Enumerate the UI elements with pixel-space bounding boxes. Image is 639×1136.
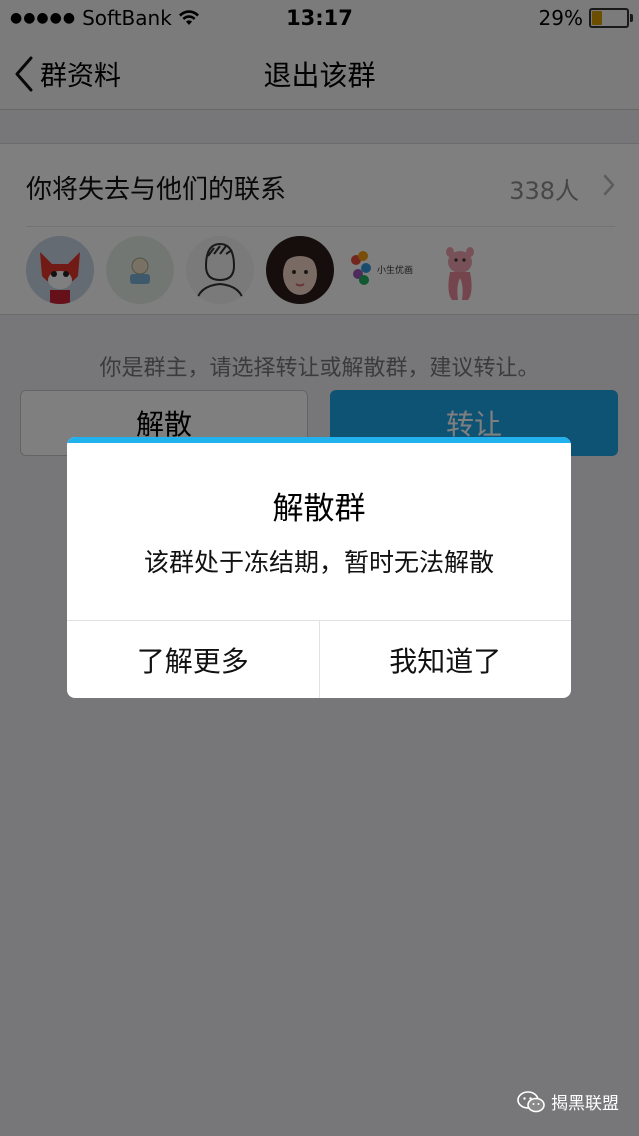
dialog-accent-bar <box>67 437 571 443</box>
watermark-text: 揭黑联盟 <box>551 1094 619 1114</box>
dialog-actions: 了解更多 我知道了 <box>67 620 571 698</box>
wechat-icon <box>517 1090 545 1112</box>
ok-button[interactable]: 我知道了 <box>318 621 572 698</box>
watermark: 揭黑联盟 <box>517 1089 619 1114</box>
dialog-title: 解散群 <box>272 491 366 527</box>
dissolve-dialog: 解散群 该群处于冻结期，暂时无法解散 了解更多 我知道了 <box>67 437 571 698</box>
dialog-message: 该群处于冻结期，暂时无法解散 <box>143 548 494 577</box>
learn-more-button[interactable]: 了解更多 <box>67 621 319 698</box>
